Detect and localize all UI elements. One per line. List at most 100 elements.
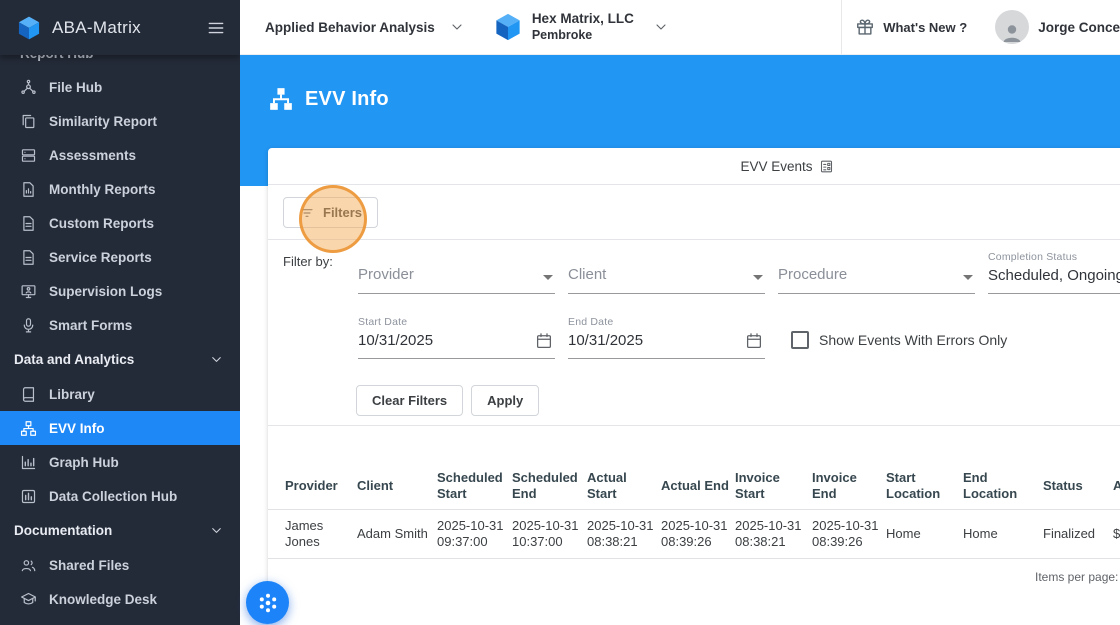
menu-toggle-icon[interactable] xyxy=(206,18,226,38)
tab-label: EVV Events xyxy=(740,158,813,174)
end-date-value: 10/31/2025 xyxy=(568,332,644,349)
sidebar-item-supervision-logs[interactable]: Supervision Logs xyxy=(0,274,240,308)
brand-name: ABA-Matrix xyxy=(52,17,141,37)
errors-only-checkbox[interactable] xyxy=(791,331,809,349)
evv-info-icon xyxy=(268,86,294,112)
apply-button[interactable]: Apply xyxy=(471,385,540,416)
context-selector-label[interactable]: Applied Behavior Analysis xyxy=(265,20,435,35)
service-reports-icon xyxy=(20,249,37,266)
sidebar-section-data-and-analytics[interactable]: Data and Analytics xyxy=(0,342,240,377)
sidebar-item-label: Custom Reports xyxy=(49,215,155,231)
client-select[interactable]: Client xyxy=(568,246,765,294)
evv-info-icon xyxy=(20,420,37,437)
pagination: Items per page: 12 xyxy=(1035,570,1120,584)
sidebar-item-assessments[interactable]: Assessments xyxy=(0,138,240,172)
gift-icon xyxy=(855,17,875,37)
company-name: Hex Matrix, LLC xyxy=(531,10,634,26)
app-root: ABA-Matrix Report Hub File Hub Similarit… xyxy=(0,0,1120,625)
company-selector[interactable]: Hex Matrix, LLC Pembroke xyxy=(493,11,669,44)
chevron-down-icon xyxy=(753,275,763,280)
sidebar-item-knowledge-desk[interactable]: Knowledge Desk xyxy=(0,582,240,616)
column-header[interactable]: Actual End xyxy=(661,472,735,500)
sidebar-item-similarity-report[interactable]: Similarity Report xyxy=(0,104,240,138)
chevron-down-icon[interactable] xyxy=(449,19,465,35)
sidebar-item-label: Assessments xyxy=(49,147,137,163)
sidebar-item-monthly-reports[interactable]: Monthly Reports xyxy=(0,172,240,206)
similarity-report-icon xyxy=(20,113,37,130)
table-header-row: Provider Client Scheduled Start Schedule… xyxy=(268,464,1120,510)
sidebar-item-service-reports[interactable]: Service Reports xyxy=(0,240,240,274)
procedure-select[interactable]: Procedure xyxy=(778,246,975,294)
page-title: EVV Info xyxy=(240,55,1120,112)
sidebar-item-label: Smart Forms xyxy=(49,317,133,333)
chevron-down-icon xyxy=(209,352,224,367)
cell-start-location: Home xyxy=(886,525,921,541)
sidebar-item-file-hub[interactable]: File Hub xyxy=(0,70,240,104)
end-date-field[interactable]: End Date 10/31/2025 xyxy=(568,316,765,359)
sidebar-item-label: Similarity Report xyxy=(49,113,158,129)
sidebar-item-label: Data Collection Hub xyxy=(49,488,178,504)
column-header[interactable]: Client xyxy=(357,472,437,500)
column-header[interactable]: A xyxy=(1113,472,1120,500)
filter-row-2: Start Date 10/31/2025 End Date 10/31/202… xyxy=(358,316,1120,359)
topbar-right: What's New ? Jorge Conce xyxy=(841,0,1120,54)
calendar-icon[interactable] xyxy=(745,332,763,350)
chevron-down-icon xyxy=(209,523,224,538)
sidebar-section-documentation[interactable]: Documentation xyxy=(0,513,240,548)
knowledge-desk-icon xyxy=(20,591,37,608)
sidebar-item-shared-files[interactable]: Shared Files xyxy=(0,548,240,582)
cell-scheduled-end: 2025-10-31 10:37:00 xyxy=(512,517,579,549)
start-date-label: Start Date xyxy=(358,316,408,328)
sidebar: ABA-Matrix Report Hub File Hub Similarit… xyxy=(0,0,240,625)
column-header[interactable]: Start Location xyxy=(886,464,963,509)
column-header[interactable]: Actual Start xyxy=(587,464,661,509)
filters-button[interactable]: Filters xyxy=(283,197,379,228)
user-name[interactable]: Jorge Conce xyxy=(1038,20,1120,35)
avatar[interactable] xyxy=(995,10,1030,44)
custom-reports-icon xyxy=(20,215,37,232)
whats-new-label: What's New ? xyxy=(883,19,968,35)
completion-status-label: Completion Status xyxy=(988,251,1078,263)
items-per-page-label: Items per page: xyxy=(1035,570,1119,584)
column-header[interactable]: Scheduled Start xyxy=(437,464,512,509)
sidebar-item-custom-reports[interactable]: Custom Reports xyxy=(0,206,240,240)
monthly-reports-icon xyxy=(20,181,37,198)
shared-files-icon xyxy=(20,557,37,574)
sidebar-item-smart-forms[interactable]: Smart Forms xyxy=(0,308,240,342)
section-label: Documentation xyxy=(14,523,113,538)
tab-evv-events[interactable]: EVV Events xyxy=(268,148,1120,185)
sidebar-item-data-collection-hub[interactable]: Data Collection Hub xyxy=(0,479,240,513)
start-date-field[interactable]: Start Date 10/31/2025 xyxy=(358,316,555,359)
column-header[interactable]: Invoice Start xyxy=(735,464,812,509)
sidebar-item-graph-hub[interactable]: Graph Hub xyxy=(0,445,240,479)
column-header[interactable]: End Location xyxy=(963,464,1043,509)
main-area: Applied Behavior Analysis Hex Matrix, LL… xyxy=(240,0,1120,625)
clear-filters-button[interactable]: Clear Filters xyxy=(356,385,464,416)
completion-status-select[interactable]: Completion Status Scheduled, Ongoing, xyxy=(988,251,1120,294)
library-icon xyxy=(20,386,37,403)
company-logo-icon xyxy=(493,12,523,42)
sidebar-item-evv-info[interactable]: EVV Info xyxy=(0,411,240,445)
procedure-placeholder: Procedure xyxy=(778,266,848,283)
calendar-icon[interactable] xyxy=(535,332,553,350)
errors-only-label: Show Events With Errors Only xyxy=(819,332,1008,348)
start-date-value: 10/31/2025 xyxy=(358,332,434,349)
column-header[interactable]: Provider xyxy=(285,472,357,500)
column-header[interactable]: Scheduled End xyxy=(512,464,587,509)
accessibility-widget-button[interactable] xyxy=(246,581,289,624)
chevron-down-icon xyxy=(543,275,553,280)
provider-select[interactable]: Provider xyxy=(358,246,555,294)
filter-row-1: Provider Client Procedure Completion Sta… xyxy=(358,246,1120,294)
whats-new-button[interactable]: What's New ? xyxy=(842,17,981,37)
company-text: Hex Matrix, LLC Pembroke xyxy=(532,11,634,44)
assessments-icon xyxy=(20,147,37,164)
table-row[interactable]: James Jones Adam Smith 2025-10-31 09:37:… xyxy=(268,510,1120,559)
column-header[interactable]: Invoice End xyxy=(812,464,886,509)
cell-invoice-start: 2025-10-31 08:38:21 xyxy=(735,517,802,549)
filter-icon xyxy=(299,205,315,221)
company-location: Pembroke xyxy=(531,27,593,42)
completion-status-value: Scheduled, Ongoing, xyxy=(988,267,1120,284)
column-header[interactable]: Status xyxy=(1043,472,1113,500)
errors-only-checkbox-group[interactable]: Show Events With Errors Only xyxy=(791,331,1007,359)
sidebar-item-library[interactable]: Library xyxy=(0,377,240,411)
